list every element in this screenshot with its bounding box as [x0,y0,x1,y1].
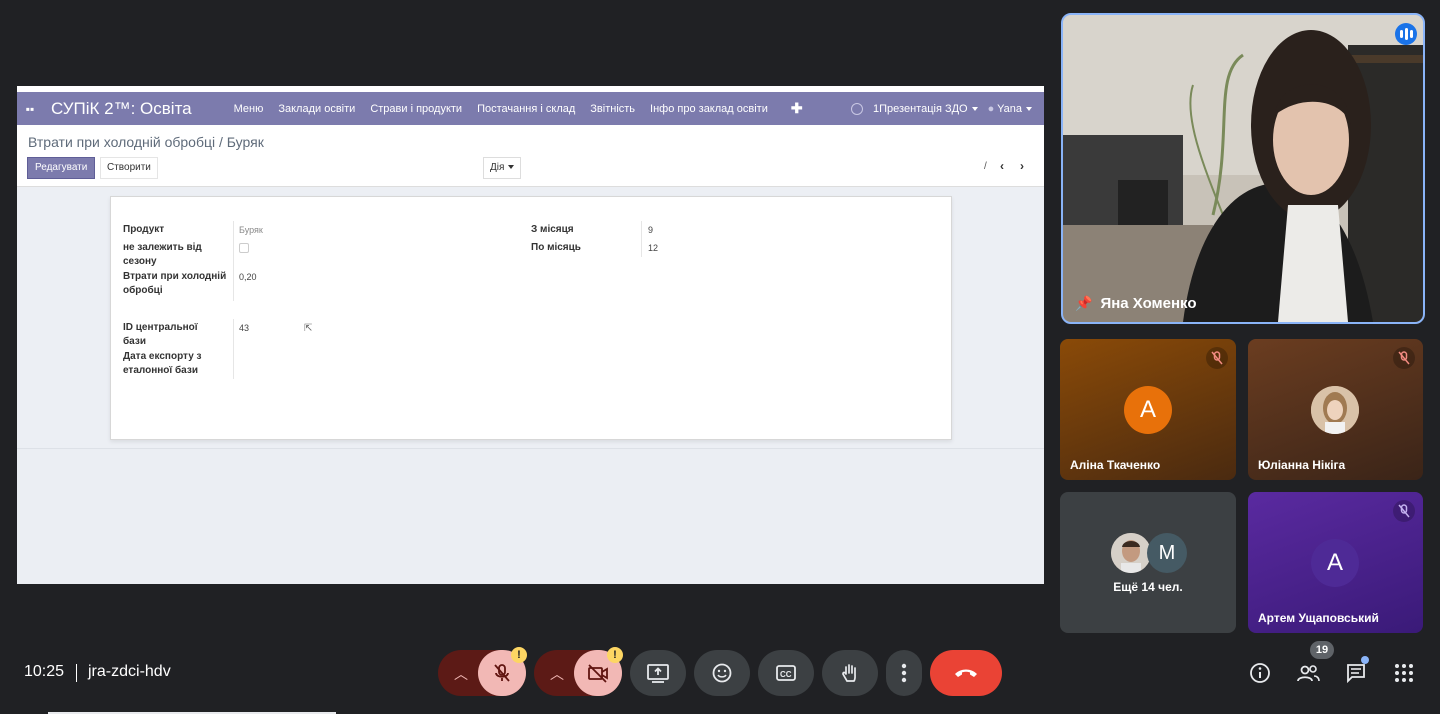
camera-warning-icon: ! [607,647,623,663]
app-navbar: ▪▪ СУПіК 2™: Освіта Меню Заклади освіти … [17,92,1044,125]
participant-tile[interactable]: А Аліна Ткаченко [1060,339,1236,480]
menu-item-institutions[interactable]: Заклади освіти [278,103,355,115]
user-name: Yana [997,102,1022,115]
participant-tile[interactable]: Юліанна Нікіга [1248,339,1423,480]
avatar-photo [1311,386,1359,434]
leave-call-button[interactable] [930,650,1002,696]
avatar: А [1124,386,1172,434]
caret-down-icon [1026,106,1032,111]
participants-count-badge: 19 [1310,641,1334,659]
participant-name: Аліна Ткаченко [1070,458,1161,472]
prev-record-icon[interactable]: ‹ [993,157,1011,175]
product-label: Продукт [123,224,165,235]
mic-options-chevron-icon[interactable]: ︿ [454,664,468,684]
more-options-button[interactable] [886,650,922,696]
meeting-details-icon[interactable] [1247,660,1273,686]
people-icon[interactable] [1295,660,1321,686]
mic-off-icon [1393,500,1415,522]
chat-notification-dot [1361,656,1369,664]
participant-tile[interactable]: A Артем Ущаповський [1248,492,1423,633]
speaking-indicator-icon [1395,23,1417,45]
user-menu[interactable]: ● Yana [988,103,1032,115]
avatar: M [1147,533,1187,573]
participant-name: Артем Ущаповський [1258,611,1379,625]
meeting-code: jra-zdci-hdv [88,663,171,680]
participant-name: Юліанна Нікіга [1258,458,1346,472]
video-feed-image [1063,15,1423,322]
present-screen-icon [647,664,669,683]
end-call-icon [955,669,977,677]
mic-off-icon [1206,347,1228,369]
camera-off-icon [588,664,608,683]
mic-off-icon [1393,347,1415,369]
menu-item-dishes[interactable]: Страви і продукти [370,103,462,115]
present-button[interactable] [630,650,686,696]
cursor-icon: ⇱ [304,323,313,334]
to-month-value[interactable]: 12 [648,243,658,253]
main-participant-name: Яна Хоменко [1100,295,1197,312]
shared-screen: ▪▪ СУПіК 2™: Освіта Меню Заклади освіти … [17,86,1044,584]
apps-menu-icon[interactable]: ▪▪ [19,102,41,116]
avatar-photo [1111,533,1151,573]
caret-down-icon [971,106,978,111]
clock-time: 10:25 [24,663,65,680]
add-icon[interactable]: ✚ [791,100,803,117]
loss-value[interactable]: 0,20 [239,272,257,282]
action-label: Дія [490,162,505,173]
mic-warning-icon: ! [511,647,527,663]
next-record-icon[interactable]: › [1013,157,1031,175]
avatar: A [1311,539,1359,587]
pager-value: / [984,161,987,172]
pin-icon[interactable]: 📌 [1075,295,1092,312]
season-checkbox[interactable] [239,243,249,253]
company-label: 1Презентація ЗДО [873,102,968,115]
emoji-icon [712,663,732,683]
season-label: не залежить від сезону [123,242,202,267]
user-icon: ● [987,102,995,115]
field-divider [233,319,234,379]
more-vert-icon [901,663,907,683]
mic-off-icon [494,664,510,682]
field-divider [641,221,642,257]
page-background [17,448,1044,584]
field-divider [233,221,234,301]
camera-options-chevron-icon[interactable]: ︿ [550,664,564,684]
activities-grid-icon[interactable] [1391,660,1417,686]
main-participant-tile[interactable]: 📌 Яна Хоменко [1061,13,1425,324]
more-participants-label: Ещё 14 чел. [1113,580,1183,594]
breadcrumb[interactable]: Втрати при холодній обробці / Буряк [28,134,264,150]
control-panel: Втрати при холодній обробці / Буряк Реда… [17,125,1044,187]
raise-hand-icon [842,664,856,682]
central-id-label: ID центральної бази [123,322,198,347]
raise-hand-button[interactable] [822,650,878,696]
export-date-label: Дата експорту з еталонної бази [123,351,202,376]
from-month-label: З місяця [531,224,574,235]
to-month-label: По місяць [531,242,581,253]
participant-name-tag: 📌 Яна Хоменко [1075,295,1197,312]
menu-item-menu[interactable]: Меню [234,103,264,115]
company-switcher[interactable]: 1Презентація ЗДО [873,103,978,115]
action-dropdown[interactable]: Дія [483,157,522,179]
divider [76,664,77,682]
captions-button[interactable]: CC [758,650,814,696]
central-id-value[interactable]: 43 [239,323,249,333]
captions-icon: CC [776,665,796,681]
brand-title: СУПіК 2™: Освіта [51,98,192,118]
loss-label: Втрати при холодній обробці [123,271,227,296]
create-button[interactable]: Створити [100,157,158,179]
menu-item-info[interactable]: Інфо про заклад освіти [650,103,768,115]
reactions-button[interactable] [694,650,750,696]
caret-down-icon [508,165,515,170]
clock-icon[interactable] [851,102,864,115]
svg-text:CC: CC [780,670,792,679]
from-month-value[interactable]: 9 [648,225,653,235]
more-participants-tile[interactable]: M Ещё 14 чел. [1060,492,1236,633]
menu-item-reports[interactable]: Звітність [590,103,635,115]
product-value[interactable]: Буряк [239,225,263,235]
menu-item-supply[interactable]: Постачання і склад [477,103,575,115]
form-sheet: Продукт Буряк не залежить від сезону Втр… [110,196,952,440]
edit-button[interactable]: Редагувати [27,157,96,179]
